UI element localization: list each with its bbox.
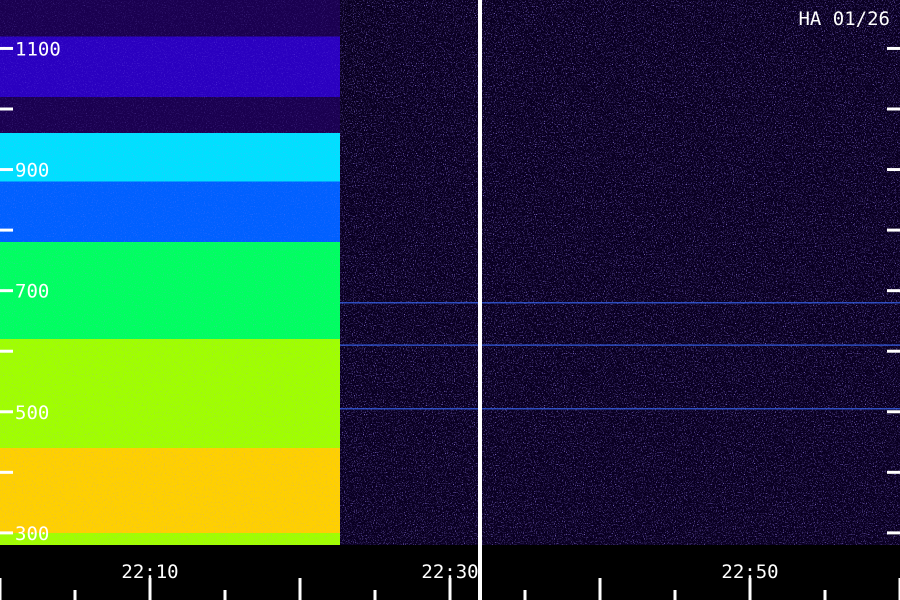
x-tick-label: 22:50	[721, 561, 778, 583]
y-tick-label: 700	[15, 281, 49, 303]
y-tick-label: 1100	[15, 38, 61, 60]
chart-title: HA 01/26	[798, 8, 890, 30]
y-tick-label: 300	[15, 523, 49, 545]
y-tick-label: 900	[15, 160, 49, 182]
x-tick-label: 22:30	[421, 561, 478, 583]
x-tick-label: 22:10	[121, 561, 178, 583]
emission-noise	[0, 0, 340, 545]
y-tick-label: 500	[15, 402, 49, 424]
spectrogram-chart: 1100 900 700 500 300 22:10 22:30 22:50 HA 01/2…	[0, 0, 900, 600]
